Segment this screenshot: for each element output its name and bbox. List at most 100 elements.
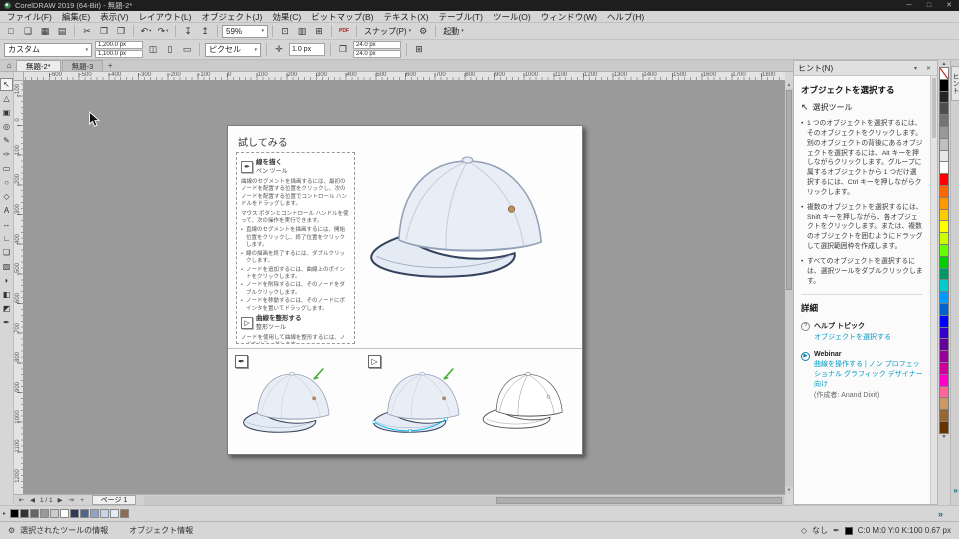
close-button[interactable]: ✕ [939,0,959,11]
document-color-swatch[interactable] [20,509,29,518]
menu-item-6[interactable]: 効果(C) [267,11,306,23]
palette-flyout-icon[interactable]: ▸ [3,510,6,517]
page-width-input[interactable]: 1,200.0 px [95,41,143,49]
menu-item-1[interactable]: ファイル(F) [2,11,57,23]
interactive-fill-tool[interactable]: ◧ [0,288,13,301]
text-tool[interactable]: A [0,204,13,217]
landscape-button[interactable]: ▭ [180,43,194,57]
scroll-up-icon[interactable]: ▲ [785,81,793,89]
export-icon[interactable]: ↥ [197,24,213,39]
first-page-button[interactable]: ⇤ [16,496,27,504]
drop-shadow-tool[interactable]: ❏ [0,246,13,259]
save-icon[interactable]: ▦ [37,24,53,39]
document-color-swatch[interactable] [80,509,89,518]
docker-menu-icon[interactable]: ▾ [911,65,920,72]
menu-item-9[interactable]: テーブル(T) [434,11,488,23]
color-swatch[interactable] [939,421,949,434]
tutorial-panel[interactable]: ✒線を描くペン ツール曲線のセグメントを描画するには、最初のノードを配置する位置… [236,152,355,344]
palette-scroll-down-icon[interactable]: ▼ [942,434,947,441]
crop-tool[interactable]: ▣ [0,106,13,119]
menu-item-12[interactable]: ヘルプ(H) [602,11,649,23]
page-tab[interactable]: ページ 1 [92,495,137,505]
vertical-scrollbar[interactable]: ▲ ▼ [785,81,793,494]
last-page-button[interactable]: ⇥ [66,496,77,504]
document-color-swatch[interactable] [100,509,109,518]
new-document-icon[interactable]: □ [3,24,19,39]
webinar-link[interactable]: 曲線を操作する | ノン プロフェッショナル グラフィック デザイナー向け [814,360,923,390]
horizontal-scroll-thumb[interactable] [496,497,782,504]
cut-icon[interactable]: ✂ [79,24,95,39]
menu-item-11[interactable]: ウィンドウ(W) [536,11,602,23]
connector-tool[interactable]: ∟ [0,232,13,245]
document-color-swatch[interactable] [60,509,69,518]
menu-item-5[interactable]: オブジェクト(J) [196,11,267,23]
launch-dropdown[interactable]: 起動▾ [440,26,467,37]
drawing-canvas[interactable]: 試してみる ✒線を描くペン ツール曲線のセグメントを描画するには、最初のノードを… [24,81,785,494]
page-height-input[interactable]: 1,100.0 px [95,50,143,58]
shape-tool[interactable]: △ [0,92,13,105]
document-tab-2[interactable]: 無題-3 [62,60,104,71]
next-page-button[interactable]: ▶ [55,496,66,504]
zoom-tool[interactable]: ◎ [0,120,13,133]
docker-tab-hints[interactable]: ヒント [951,66,959,101]
add-page-button[interactable]: + [77,497,88,504]
menu-item-3[interactable]: 表示(V) [95,11,133,23]
welcome-screen-button[interactable]: ⌂ [2,60,16,71]
pick-tool[interactable]: ↖ [0,78,13,91]
show-rulers-icon[interactable]: ▥ [294,24,310,39]
rectangle-tool[interactable]: ▭ [0,162,13,175]
duplicate-x-input[interactable]: 24.0 px [353,41,401,49]
pdf-icon[interactable]: PDF [336,24,352,39]
transparency-tool[interactable]: ▨ [0,260,13,273]
dimension-tool[interactable]: ↔ [0,218,13,231]
smart-fill-tool[interactable]: ◩ [0,302,13,315]
new-tab-button[interactable]: + [104,60,116,71]
menu-item-4[interactable]: レイアウト(L) [134,11,197,23]
horizontal-scrollbar[interactable] [144,496,784,505]
cap-image-pen-step[interactable] [238,361,346,449]
menu-item-2[interactable]: 編集(E) [57,11,95,23]
import-icon[interactable]: ↧ [180,24,196,39]
maximize-button[interactable]: □ [919,0,939,11]
document-color-swatch[interactable] [90,509,99,518]
document-color-swatch[interactable] [10,509,19,518]
print-icon[interactable]: ▤ [54,24,70,39]
page-heading[interactable]: 試してみる [238,134,288,149]
copy-icon[interactable]: ❐ [96,24,112,39]
menu-item-8[interactable]: テキスト(X) [379,11,434,23]
page-size-preset-select[interactable]: カスタム ▾ [4,43,92,57]
ruler-origin-corner[interactable] [14,72,24,81]
help-topic-link[interactable]: オブジェクトを選択する [814,333,891,343]
vertical-ruler[interactable]: -100010020030040050060070080090010001100… [14,81,24,494]
duplicate-y-input[interactable]: 24.0 px [353,50,401,58]
vertical-scroll-thumb[interactable] [786,90,792,290]
expand-dockers-icon[interactable]: » [951,486,959,495]
options-icon[interactable]: ⚙ [415,24,431,39]
color-eyedropper-tool[interactable]: ◗ [0,274,13,287]
polygon-tool[interactable]: ◇ [0,190,13,203]
document-tab-1[interactable]: 無題-2* [16,60,61,71]
outline-pen-tool[interactable]: ✒ [0,316,13,329]
freehand-tool[interactable]: ✎ [0,134,13,147]
ellipse-tool[interactable]: ○ [0,176,13,189]
menu-item-7[interactable]: ビットマップ(B) [306,11,378,23]
docker-scrollbar[interactable] [930,76,937,504]
document-color-swatch[interactable] [70,509,79,518]
full-screen-preview-icon[interactable]: ⊡ [277,24,293,39]
prev-page-button[interactable]: ◀ [27,496,38,504]
docker-close-icon[interactable]: ✕ [924,65,933,72]
paste-icon[interactable]: ❒ [113,24,129,39]
document-page[interactable]: 試してみる ✒線を描くペン ツール曲線のセグメントを描画するには、最初のノードを… [227,125,583,455]
document-color-swatch[interactable] [40,509,49,518]
zoom-level-select[interactable]: 59%▾ [222,25,268,38]
document-color-swatch[interactable] [120,509,129,518]
menu-item-10[interactable]: ツール(O) [488,11,536,23]
units-select[interactable]: ピクセル ▾ [205,43,261,57]
lock-ratio-icon[interactable]: ◫ [146,43,160,57]
show-more-palettes-icon[interactable]: » [938,509,943,519]
scroll-down-icon[interactable]: ▼ [785,486,793,494]
cap-image-outline[interactable] [478,359,578,447]
artistic-media-tool[interactable]: ✑ [0,148,13,161]
horizontal-ruler[interactable]: -600-500-400-300-200-1000100200300400500… [24,72,785,81]
portrait-button[interactable]: ▯ [163,43,177,57]
